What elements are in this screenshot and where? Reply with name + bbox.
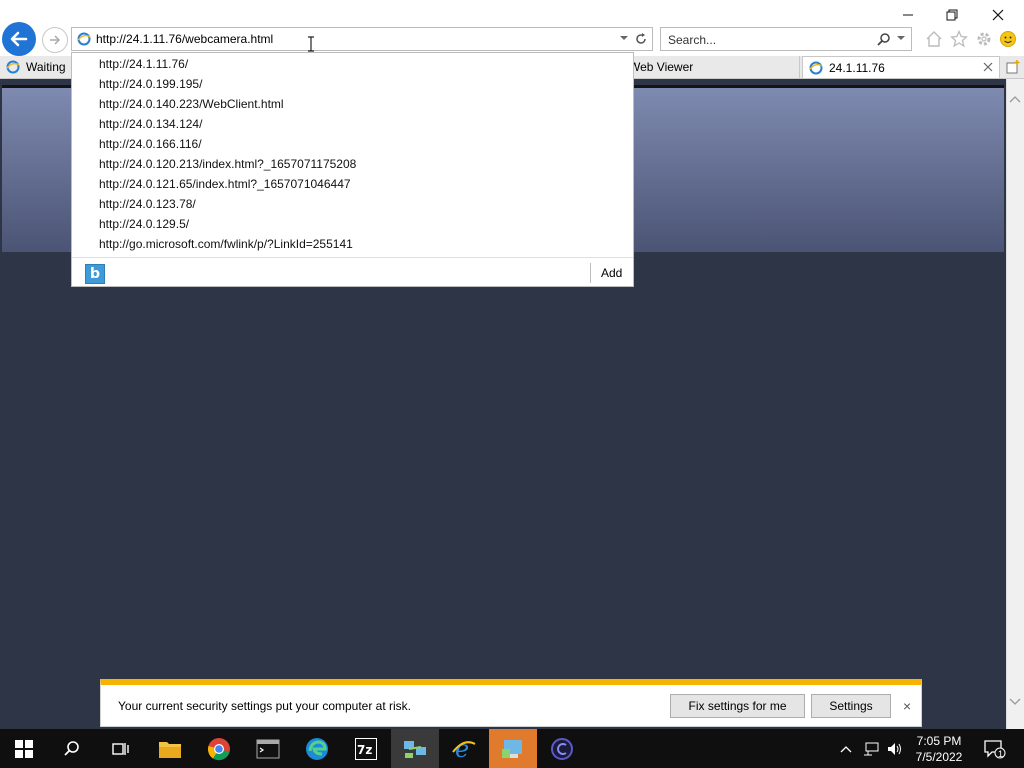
refresh-icon[interactable] xyxy=(634,32,648,46)
close-notification-button[interactable]: × xyxy=(903,698,911,714)
close-button[interactable] xyxy=(978,4,1018,26)
divider xyxy=(590,263,591,283)
autocomplete-item[interactable]: http://24.0.123.78/ xyxy=(99,197,196,211)
chrome-button[interactable] xyxy=(195,729,243,768)
restore-icon xyxy=(946,9,958,21)
app-circle-button[interactable] xyxy=(538,729,586,768)
close-icon[interactable] xyxy=(983,62,993,72)
chrome-icon xyxy=(207,737,230,760)
notification-count: 1 xyxy=(998,749,1004,759)
new-tab-button[interactable] xyxy=(1003,57,1022,76)
tab-waiting[interactable]: Waiting xyxy=(2,56,72,78)
network-icon xyxy=(502,739,522,758)
search-placeholder[interactable]: Search... xyxy=(668,33,716,47)
autocomplete-item[interactable]: http://24.0.166.116/ xyxy=(99,137,202,151)
file-explorer-button[interactable] xyxy=(146,729,194,768)
autocomplete-item[interactable]: http://go.microsoft.com/fwlink/p/?LinkId… xyxy=(99,237,353,251)
smiley-icon[interactable] xyxy=(998,29,1018,49)
terminal-button[interactable] xyxy=(244,729,292,768)
task-view-button[interactable] xyxy=(96,729,144,768)
search-box[interactable]: Search... xyxy=(660,27,912,51)
close-icon xyxy=(992,9,1004,21)
vertical-scrollbar[interactable] xyxy=(1006,79,1024,729)
autocomplete-item[interactable]: http://24.0.199.195/ xyxy=(99,77,202,91)
restore-button[interactable] xyxy=(932,4,972,26)
add-button[interactable]: Add xyxy=(601,266,622,280)
clock-date: 7/5/2022 xyxy=(915,750,963,764)
scroll-up-icon[interactable] xyxy=(1009,94,1021,104)
arrow-left-icon xyxy=(10,31,28,47)
volume-button[interactable] xyxy=(883,729,907,768)
edge-button[interactable] xyxy=(293,729,341,768)
active-app-button[interactable] xyxy=(489,729,537,768)
internet-explorer-button[interactable]: e xyxy=(440,729,488,768)
tab-label: Web Viewer xyxy=(634,60,694,74)
chevron-down-icon[interactable] xyxy=(619,33,629,43)
folder-icon xyxy=(159,741,181,758)
system-clock[interactable]: 7:05 PM 7/5/2022 xyxy=(908,733,970,765)
star-icon[interactable] xyxy=(949,29,969,49)
back-button[interactable] xyxy=(2,22,36,56)
address-url[interactable]: http://24.1.11.76/webcamera.html xyxy=(96,32,273,46)
minimize-icon xyxy=(903,14,913,16)
svg-text:e: e xyxy=(455,736,469,762)
settings-button[interactable]: Settings xyxy=(811,694,891,718)
address-bar[interactable]: http://24.1.11.76/webcamera.html xyxy=(71,27,653,51)
chevron-up-icon xyxy=(840,745,852,752)
ie-icon: e xyxy=(452,736,476,762)
clock-time: 7:05 PM xyxy=(916,734,962,748)
terminal-icon xyxy=(256,739,280,758)
svg-text:7z: 7z xyxy=(357,743,372,757)
security-notification-bar: Your current security settings put your … xyxy=(100,679,922,727)
gear-icon[interactable] xyxy=(974,29,994,49)
network-status-icon xyxy=(864,742,879,755)
autocomplete-item[interactable]: http://24.0.134.124/ xyxy=(99,117,202,131)
circle-app-icon xyxy=(551,737,573,760)
arrow-right-icon xyxy=(50,35,61,45)
search-icon[interactable] xyxy=(877,32,891,46)
autocomplete-item[interactable]: http://24.0.129.5/ xyxy=(99,217,189,231)
notifications-button[interactable]: 1 xyxy=(980,729,1010,768)
ie-page-icon xyxy=(77,32,91,46)
ie-page-icon xyxy=(809,61,823,74)
edge-icon xyxy=(306,737,328,760)
network-app-button[interactable] xyxy=(391,729,439,768)
tab-label: 24.1.11.76 xyxy=(829,60,885,75)
search-button[interactable] xyxy=(48,729,96,768)
home-icon[interactable] xyxy=(924,29,944,49)
text-cursor-icon xyxy=(308,36,314,52)
security-message: Your current security settings put your … xyxy=(118,699,412,713)
tab-web-viewer[interactable]: Web Viewer xyxy=(634,56,800,78)
ie-page-icon xyxy=(6,60,20,74)
7zip-icon: 7z xyxy=(355,737,377,760)
tray-overflow-button[interactable] xyxy=(834,729,858,768)
task-view-icon xyxy=(112,742,129,755)
search-icon xyxy=(64,740,79,756)
autocomplete-item[interactable]: http://24.1.11.76/ xyxy=(99,57,188,71)
start-button[interactable] xyxy=(0,729,48,768)
autocomplete-item[interactable]: http://24.0.121.65/index.html?_165707104… xyxy=(99,177,351,191)
new-tab-icon xyxy=(1006,59,1019,73)
chevron-down-icon[interactable] xyxy=(896,33,906,43)
network-icon xyxy=(404,740,426,758)
tab-label: Waiting xyxy=(26,60,66,74)
autocomplete-item[interactable]: http://24.0.140.223/WebClient.html xyxy=(99,97,284,111)
7zip-button[interactable]: 7z xyxy=(342,729,390,768)
network-status-button[interactable] xyxy=(859,729,883,768)
volume-icon xyxy=(888,742,901,755)
autocomplete-footer: b Add xyxy=(72,257,633,288)
fix-settings-button[interactable]: Fix settings for me xyxy=(670,694,805,718)
address-autocomplete: http://24.1.11.76/ http://24.0.199.195/ … xyxy=(71,52,634,287)
autocomplete-item[interactable]: http://24.0.120.213/index.html?_16570711… xyxy=(99,157,356,171)
forward-button[interactable] xyxy=(42,27,68,53)
scroll-down-icon[interactable] xyxy=(1009,697,1021,707)
minimize-button[interactable] xyxy=(888,4,928,26)
windows-icon xyxy=(15,739,33,758)
bing-icon[interactable]: b xyxy=(85,264,105,284)
tab-active[interactable]: 24.1.11.76 xyxy=(802,56,1000,78)
